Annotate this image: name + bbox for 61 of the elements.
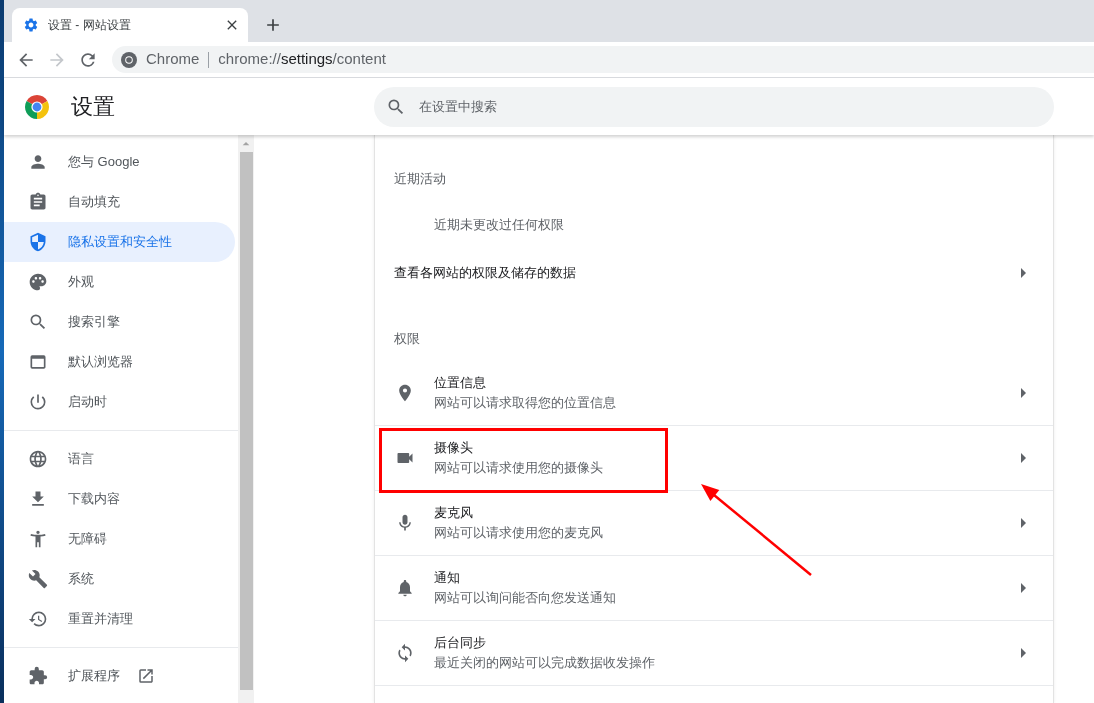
caret-right-icon (1021, 583, 1026, 593)
permission-description: 网站可以请求使用您的麦克风 (434, 524, 603, 542)
sidebar-item[interactable]: 扩展程序 (4, 656, 235, 696)
address-bar[interactable]: Chrome chrome://settings/content (112, 46, 1094, 73)
globe-icon (28, 449, 48, 469)
browser-logo-icon (25, 94, 49, 119)
permission-title: 后台同步 (434, 634, 486, 652)
permission-title: 麦克风 (434, 504, 473, 522)
search-field[interactable]: 在设置中搜索 (374, 86, 1054, 127)
site-data-link-row[interactable]: 查看各网站的权限及储存的数据 (375, 253, 1053, 293)
power-icon (28, 392, 48, 412)
bell-icon (395, 578, 415, 598)
permission-title: 摄像头 (434, 439, 473, 457)
sidebar-item[interactable]: 启动时 (4, 382, 235, 422)
shield-icon (28, 232, 48, 252)
sidebar-item[interactable]: 重置并清理 (4, 599, 235, 639)
permission-row[interactable]: 麦克风 网站可以请求使用您的麦克风 (375, 491, 1053, 556)
page-title: 设置 (71, 93, 115, 121)
sidebar-item[interactable]: 自动填充 (4, 182, 235, 222)
caret-right-icon (1021, 453, 1026, 463)
empty-state-text: 近期未更改过任何权限 (434, 216, 564, 235)
sidebar-item[interactable]: 您与 Google (4, 142, 235, 182)
clipboard-icon (28, 192, 48, 212)
permission-row[interactable]: 通知 网站可以询问能否向您发送通知 (375, 556, 1053, 621)
sidebar-item[interactable]: 系统 (4, 559, 235, 599)
permission-row[interactable]: 后台同步 最近关闭的网站可以完成数据收发操作 (375, 621, 1053, 686)
wrench-icon (28, 569, 48, 589)
url-text: chrome://settings/content (218, 49, 386, 70)
scrollbar-thumb[interactable] (239, 152, 253, 690)
permission-title: 通知 (434, 569, 460, 587)
site-chip-label: Chrome (146, 49, 200, 70)
caret-right-icon (1021, 268, 1026, 278)
sync-arrows-icon (395, 643, 415, 663)
person-figure-icon (28, 529, 48, 549)
browser-logo-icon (121, 51, 137, 68)
permission-description: 网站可以请求使用您的摄像头 (434, 459, 603, 477)
search-icon (28, 312, 48, 332)
sidebar-item[interactable]: 无障碍 (4, 519, 235, 559)
sidebar-item[interactable]: 下载内容 (4, 479, 235, 519)
caret-right-icon (1021, 648, 1026, 658)
sidebar-item[interactable]: 默认浏览器 (4, 342, 235, 382)
gear-icon (23, 17, 39, 33)
sidebar-item[interactable]: 搜索引擎 (4, 302, 235, 342)
sidebar-item[interactable]: 隐私设置和安全性 (4, 222, 235, 262)
caret-right-icon (1021, 518, 1026, 528)
section-heading: 近期活动 (393, 170, 447, 188)
history-clock-icon (28, 609, 48, 629)
browser-tab[interactable]: 设置 - 网站设置 (12, 8, 248, 42)
permission-row[interactable]: 位置信息 网站可以请求取得您的位置信息 (375, 361, 1053, 426)
section-heading: 权限 (393, 330, 421, 348)
sidebar-item[interactable]: 外观 (4, 262, 235, 302)
permission-description: 最近关闭的网站可以完成数据收发操作 (434, 654, 655, 672)
external-link-icon[interactable] (137, 667, 155, 685)
sidebar-item[interactable]: 语言 (4, 439, 235, 479)
puzzle-piece-icon (28, 666, 48, 686)
permission-description: 网站可以请求取得您的位置信息 (434, 394, 616, 412)
caret-right-icon (1021, 388, 1026, 398)
permission-description: 网站可以询问能否向您发送通知 (434, 589, 616, 607)
permission-title: 位置信息 (434, 374, 486, 392)
palette-icon (28, 272, 48, 292)
browser-window-icon (28, 352, 48, 372)
